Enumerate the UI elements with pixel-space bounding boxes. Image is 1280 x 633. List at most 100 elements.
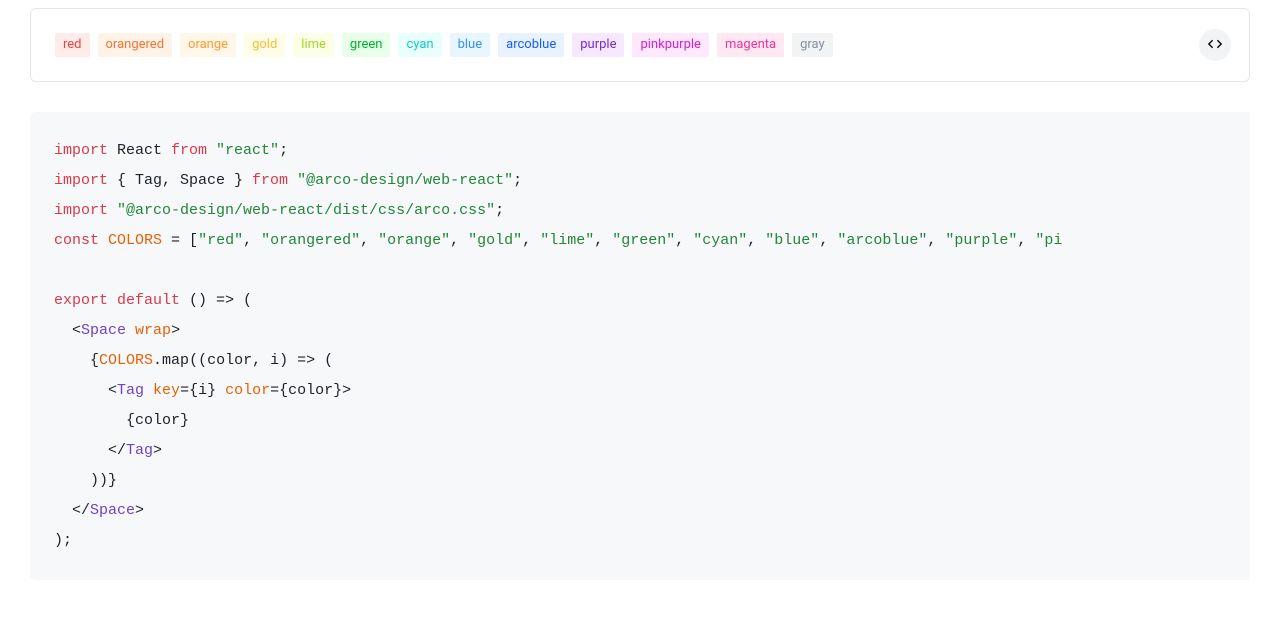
token-keyword: export bbox=[54, 292, 108, 309]
tag-orangered: orangered bbox=[98, 33, 173, 57]
token: i bbox=[198, 382, 207, 399]
token-string: "@arco-design/web-react" bbox=[288, 172, 513, 189]
tag-green: green bbox=[342, 33, 391, 57]
tag-cyan: cyan bbox=[398, 33, 441, 57]
token-keyword: from bbox=[171, 142, 207, 159]
code-line: <Space wrap> bbox=[54, 322, 180, 339]
token-tag: Tag bbox=[117, 382, 144, 399]
tag-lime: lime bbox=[293, 33, 334, 57]
token: } bbox=[207, 382, 225, 399]
token: { bbox=[54, 352, 99, 369]
token-string: "cyan" bbox=[693, 232, 747, 249]
code-line: {COLORS.map((color, i) => ( bbox=[54, 352, 333, 369]
token: </ bbox=[54, 442, 126, 459]
code-block: import React from "react"; import { Tag,… bbox=[30, 112, 1250, 580]
token-string: "lime" bbox=[540, 232, 594, 249]
token: React bbox=[108, 142, 171, 159]
token-string: "react" bbox=[207, 142, 279, 159]
token: map bbox=[162, 352, 189, 369]
token bbox=[126, 322, 135, 339]
token-attr: key bbox=[153, 382, 180, 399]
tag-pinkpurple: pinkpurple bbox=[632, 33, 708, 57]
token-string: "gold" bbox=[468, 232, 522, 249]
code-line: export default () => ( bbox=[54, 292, 252, 309]
token-string: "green" bbox=[612, 232, 675, 249]
token-string: "purple" bbox=[945, 232, 1017, 249]
token-string: "orange" bbox=[378, 232, 450, 249]
token: </ bbox=[54, 502, 90, 519]
token-variable: COLORS bbox=[108, 232, 162, 249]
token-string: "@arco-design/web-react/dist/css/arco.cs… bbox=[108, 202, 495, 219]
token bbox=[99, 232, 108, 249]
tag-purple: purple bbox=[572, 33, 624, 57]
token: , bbox=[747, 232, 765, 249]
token: ; bbox=[279, 142, 288, 159]
code-line: import React from "react"; bbox=[54, 142, 288, 159]
token-keyword: from bbox=[252, 172, 288, 189]
token-tag: Tag bbox=[126, 442, 153, 459]
demo-card: red orangered orange gold lime green cyan bluea… bbox=[30, 8, 1250, 82]
token: { Tag, Space } bbox=[108, 172, 252, 189]
token: , bbox=[594, 232, 612, 249]
token-keyword: default bbox=[117, 292, 180, 309]
code-line: import "@arco-design/web-react/dist/css/… bbox=[54, 202, 504, 219]
token: . bbox=[153, 352, 162, 369]
token: ={ bbox=[180, 382, 198, 399]
token-string: "pi bbox=[1035, 232, 1062, 249]
token: , bbox=[819, 232, 837, 249]
tag-arcoblue: arcoblue bbox=[498, 33, 564, 57]
code-line: const COLORS = ["red", "orangered", "ora… bbox=[54, 232, 1062, 249]
token-tag: Space bbox=[81, 322, 126, 339]
token: , bbox=[675, 232, 693, 249]
token: ; bbox=[495, 202, 504, 219]
token: () => ( bbox=[180, 292, 252, 309]
tag-gold: gold bbox=[244, 33, 285, 57]
token: , bbox=[522, 232, 540, 249]
token-string: "blue" bbox=[765, 232, 819, 249]
token-keyword: import bbox=[54, 142, 108, 159]
token: }> bbox=[333, 382, 351, 399]
code-line: </Space> bbox=[54, 502, 144, 519]
token: ((color, i) => ( bbox=[189, 352, 333, 369]
token-keyword: import bbox=[54, 172, 108, 189]
token-tag: Space bbox=[90, 502, 135, 519]
token: , bbox=[243, 232, 261, 249]
token-string: "arcoblue" bbox=[837, 232, 927, 249]
token: > bbox=[171, 322, 180, 339]
token bbox=[108, 292, 117, 309]
toggle-code-button[interactable] bbox=[1199, 29, 1231, 61]
code-line: import { Tag, Space } from "@arco-design… bbox=[54, 172, 522, 189]
code-icon bbox=[1207, 36, 1223, 55]
token: = [ bbox=[162, 232, 198, 249]
token: ; bbox=[513, 172, 522, 189]
code-line: <Tag key={i} color={color}> bbox=[54, 382, 351, 399]
token-string: "orangered" bbox=[261, 232, 360, 249]
tag-gray: gray bbox=[792, 33, 833, 57]
token-keyword: import bbox=[54, 202, 108, 219]
token: < bbox=[54, 382, 117, 399]
token-string: "red" bbox=[198, 232, 243, 249]
token-keyword: const bbox=[54, 232, 99, 249]
token: , bbox=[927, 232, 945, 249]
token: > bbox=[153, 442, 162, 459]
code-line: ); bbox=[54, 532, 72, 549]
token-attr: wrap bbox=[135, 322, 171, 339]
tag-orange: orange bbox=[180, 33, 236, 57]
code-line: ))} bbox=[54, 472, 117, 489]
token: > bbox=[135, 502, 144, 519]
token: , bbox=[450, 232, 468, 249]
token-variable: COLORS bbox=[99, 352, 153, 369]
token: < bbox=[54, 322, 81, 339]
token-attr: color bbox=[225, 382, 270, 399]
token: , bbox=[360, 232, 378, 249]
tag-red: red bbox=[55, 33, 90, 57]
token: ={ bbox=[270, 382, 288, 399]
tag-container: red orangered orange gold lime green cyan bluea… bbox=[55, 33, 1225, 57]
code-block-wrapper[interactable]: import React from "react"; import { Tag,… bbox=[30, 112, 1250, 580]
token bbox=[144, 382, 153, 399]
token: color bbox=[288, 382, 333, 399]
code-line: </Tag> bbox=[54, 442, 162, 459]
token: , bbox=[1017, 232, 1035, 249]
code-line: {color} bbox=[54, 412, 189, 429]
tag-blue: blue bbox=[450, 33, 491, 57]
